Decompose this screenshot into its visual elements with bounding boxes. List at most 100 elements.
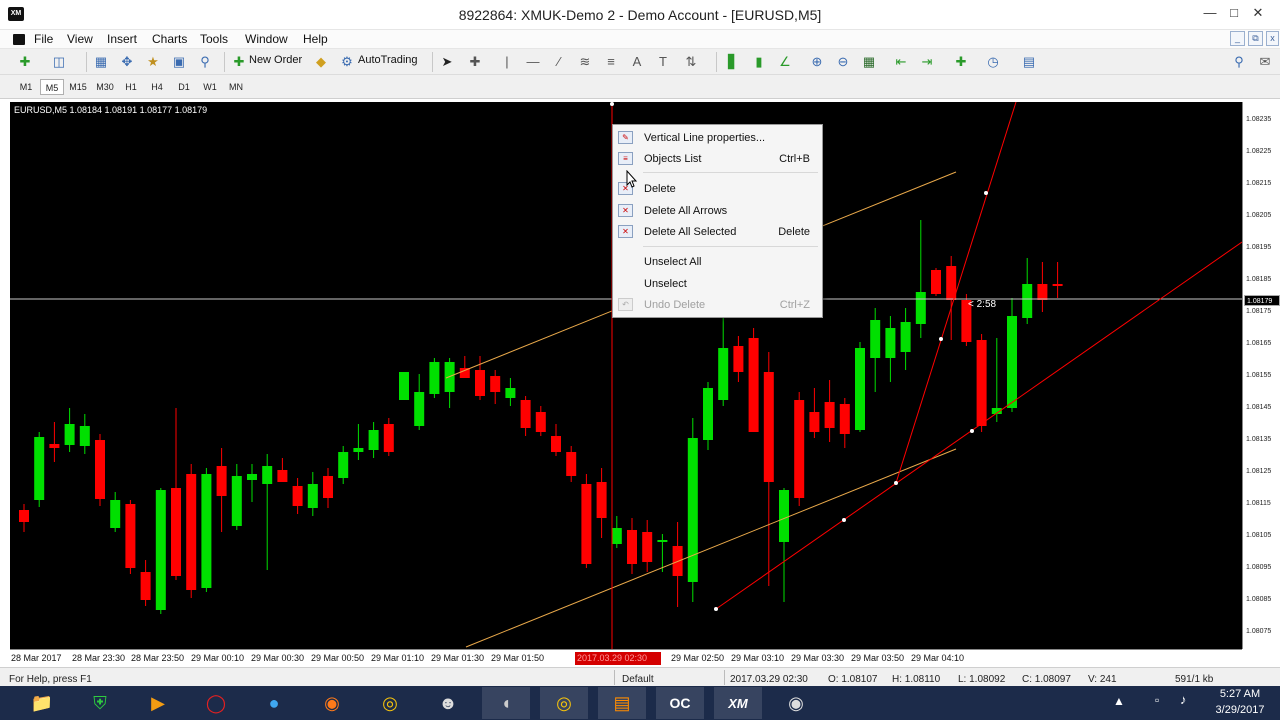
- menu-item-unselect-all[interactable]: Unselect All: [613, 252, 822, 272]
- bear-candle: [95, 440, 105, 499]
- clock-time[interactable]: 5:27 AM: [1210, 688, 1270, 700]
- candlestick-icon[interactable]: ▮: [750, 53, 768, 71]
- channel-icon[interactable]: ≋: [576, 53, 594, 71]
- cursor-tool-icon[interactable]: ➤: [438, 53, 456, 71]
- navigator-icon[interactable]: ★: [144, 53, 162, 71]
- new-order-button[interactable]: New Order: [249, 54, 302, 66]
- time-axis[interactable]: 28 Mar 2017 28 Mar 23:30 28 Mar 23:50 29…: [10, 649, 1242, 667]
- time-tick: 29 Mar 03:10: [731, 653, 785, 663]
- xm-terminal-icon[interactable]: XM: [714, 687, 762, 719]
- security-shield-icon[interactable]: ⛨: [76, 687, 124, 719]
- candles-layer: [19, 220, 1063, 614]
- menu-window[interactable]: Window: [245, 32, 288, 46]
- price-scale[interactable]: 1.08235 1.08225 1.08215 1.08205 1.08195 …: [1242, 102, 1280, 649]
- terminal-icon[interactable]: ▣: [170, 53, 188, 71]
- obs-icon[interactable]: ◉: [772, 687, 820, 719]
- periods-icon[interactable]: ◷: [984, 53, 1002, 71]
- bar-chart-icon[interactable]: ▋: [724, 53, 742, 71]
- bull-candle: [779, 490, 789, 542]
- file-explorer-icon[interactable]: 📁: [18, 687, 66, 719]
- opera-icon[interactable]: ◯: [192, 687, 240, 719]
- zoom-in-icon[interactable]: ⊕: [808, 53, 826, 71]
- volume-icon[interactable]: ♪: [1180, 692, 1187, 707]
- line-chart-icon[interactable]: ∠: [776, 53, 794, 71]
- search-icon[interactable]: ⚲: [1230, 53, 1248, 71]
- tf-d1[interactable]: D1: [172, 79, 196, 95]
- text-tool-icon[interactable]: A: [628, 53, 646, 71]
- chrome-running-icon[interactable]: ◎: [540, 687, 588, 719]
- child-restore-button[interactable]: ⧉: [1248, 31, 1263, 46]
- menu-item-undo-delete[interactable]: ↶ Undo Delete Ctrl+Z: [613, 295, 822, 315]
- price-tick: 1.08205: [1246, 212, 1272, 219]
- zoom-out-icon[interactable]: ⊖: [834, 53, 852, 71]
- child-minimize-button[interactable]: _: [1230, 31, 1245, 46]
- autotrading-icon[interactable]: ⚙: [338, 53, 356, 71]
- chrome-icon[interactable]: ◎: [366, 687, 414, 719]
- market-watch-icon[interactable]: ▦: [92, 53, 110, 71]
- time-tick: 29 Mar 01:30: [431, 653, 485, 663]
- horizontal-line-icon[interactable]: —: [524, 53, 542, 71]
- menu-item-objects-list[interactable]: ≡ Objects List Ctrl+B: [613, 149, 822, 169]
- tf-h1[interactable]: H1: [119, 79, 143, 95]
- panda-app-icon[interactable]: ☻: [424, 687, 472, 719]
- menu-insert[interactable]: Insert: [107, 32, 137, 46]
- tf-m15[interactable]: M15: [66, 79, 90, 95]
- ie-icon[interactable]: ●: [250, 687, 298, 719]
- tf-m5[interactable]: M5: [40, 79, 64, 95]
- bear-candle: [566, 452, 577, 476]
- fibonacci-icon[interactable]: ≡: [602, 53, 620, 71]
- profiles-icon[interactable]: ◫: [50, 53, 68, 71]
- time-tick: 29 Mar 00:30: [251, 653, 305, 663]
- oc-app-icon[interactable]: OC: [656, 687, 704, 719]
- network-icon[interactable]: ▫: [1155, 693, 1159, 707]
- strategy-tester-icon[interactable]: ⚲: [196, 53, 214, 71]
- menu-file[interactable]: File: [34, 32, 53, 46]
- child-close-button[interactable]: x: [1266, 31, 1279, 46]
- bull-candle: [657, 540, 668, 542]
- menu-item-delete-all-selected[interactable]: ✕ Delete All Selected Delete: [613, 222, 822, 242]
- title-bar: XM 8922864: XMUK-Demo 2 - Demo Account -…: [0, 0, 1280, 30]
- chart-window-icon[interactable]: [13, 34, 25, 45]
- tf-w1[interactable]: W1: [198, 79, 222, 95]
- arrows-tool-icon[interactable]: ⇅: [682, 53, 700, 71]
- menu-help[interactable]: Help: [303, 32, 328, 46]
- chart-app-icon[interactable]: ▤: [598, 687, 646, 719]
- browser-app-icon[interactable]: ◖: [482, 687, 530, 719]
- menu-item-properties[interactable]: ✎ Vertical Line properties...: [613, 128, 822, 148]
- new-chart-icon[interactable]: ✚: [16, 53, 34, 71]
- media-player-icon[interactable]: ▶: [134, 687, 182, 719]
- tf-mn[interactable]: MN: [224, 79, 248, 95]
- time-tick: 28 Mar 23:50: [131, 653, 185, 663]
- tf-m1[interactable]: M1: [14, 79, 38, 95]
- menu-item-delete[interactable]: ✕ Delete: [613, 179, 822, 199]
- chart-shift-icon[interactable]: ⇤: [892, 53, 910, 71]
- clock-date[interactable]: 3/29/2017: [1210, 704, 1270, 716]
- data-window-icon[interactable]: ✥: [118, 53, 136, 71]
- bull-candle: [247, 474, 257, 480]
- indicators-icon[interactable]: ✚: [952, 53, 970, 71]
- objects-list-icon: ≡: [618, 152, 633, 165]
- chat-icon[interactable]: ✉: [1256, 53, 1274, 71]
- trendline-icon[interactable]: ∕: [550, 53, 568, 71]
- templates-icon[interactable]: ▤: [1020, 53, 1038, 71]
- crosshair-icon[interactable]: ✚: [466, 53, 484, 71]
- text-label-icon[interactable]: T: [654, 53, 672, 71]
- vertical-line-icon[interactable]: |: [498, 53, 516, 71]
- close-button[interactable]: ✕: [1236, 0, 1280, 26]
- bear-candle: [733, 346, 744, 372]
- bull-candle: [429, 362, 440, 394]
- tray-expand-icon[interactable]: ▲: [1113, 694, 1125, 708]
- autotrading-button[interactable]: AutoTrading: [358, 54, 418, 66]
- tile-windows-icon[interactable]: ▦: [860, 53, 878, 71]
- new-order-icon[interactable]: ✚: [230, 53, 248, 71]
- menu-charts[interactable]: Charts: [152, 32, 187, 46]
- metaeditor-icon[interactable]: ◆: [312, 53, 330, 71]
- menu-item-unselect[interactable]: Unselect: [613, 274, 822, 294]
- auto-scroll-icon[interactable]: ⇥: [918, 53, 936, 71]
- menu-view[interactable]: View: [67, 32, 93, 46]
- menu-item-delete-all-arrows[interactable]: ✕ Delete All Arrows: [613, 201, 822, 221]
- tf-m30[interactable]: M30: [93, 79, 117, 95]
- firefox-icon[interactable]: ◉: [308, 687, 356, 719]
- tf-h4[interactable]: H4: [145, 79, 169, 95]
- menu-tools[interactable]: Tools: [200, 32, 228, 46]
